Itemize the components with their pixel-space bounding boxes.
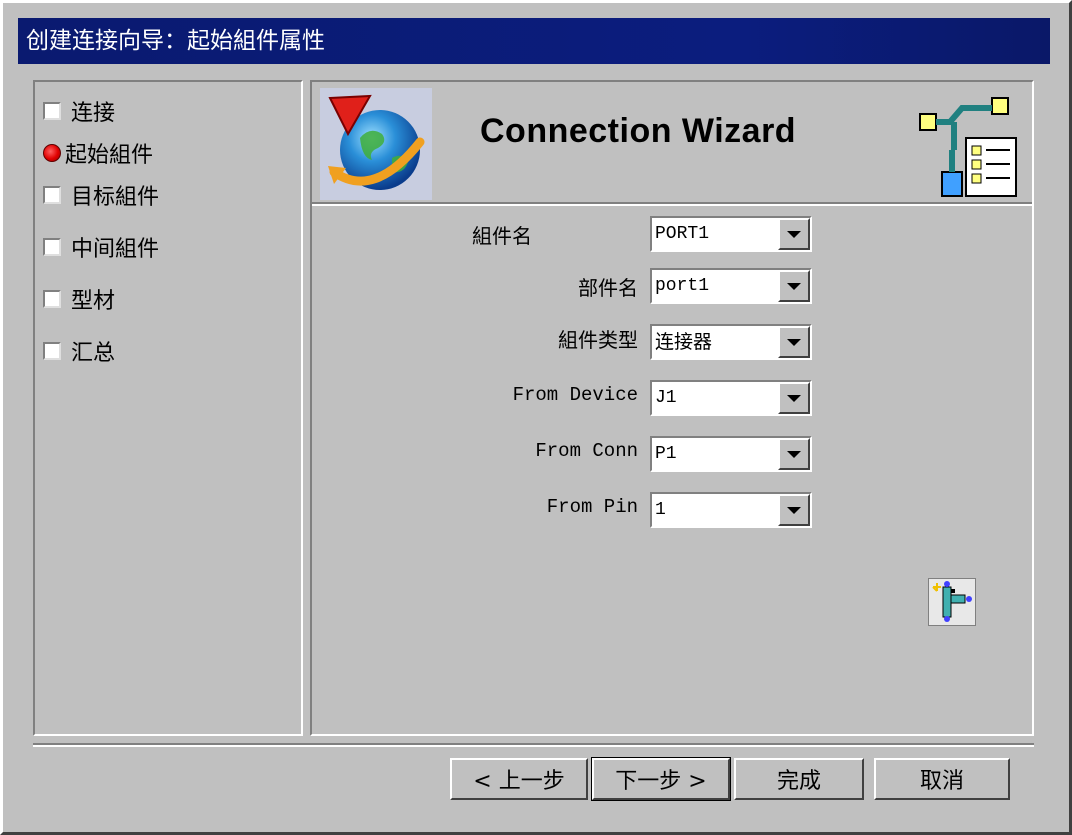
part-name-value: port1: [655, 276, 710, 296]
step-checkbox[interactable]: [43, 342, 61, 360]
chevron-down-icon: [787, 230, 801, 238]
part-name-select[interactable]: port1: [650, 268, 812, 304]
cancel-button[interactable]: 取消: [874, 758, 1010, 800]
dropdown-button[interactable]: [778, 270, 810, 302]
dropdown-button[interactable]: [778, 494, 810, 526]
from-pin-value: 1: [655, 500, 666, 520]
from-device-value: J1: [655, 388, 677, 408]
step-item-connection[interactable]: 连接: [43, 94, 115, 128]
step-checkbox[interactable]: [43, 238, 61, 256]
component-type-select[interactable]: 连接器: [650, 324, 812, 360]
from-device-select[interactable]: J1: [650, 380, 812, 416]
step-item-profile[interactable]: 型材: [43, 282, 115, 316]
step-item-middle-component[interactable]: 中间組件: [43, 230, 159, 264]
dropdown-button[interactable]: [778, 438, 810, 470]
step-label: 中间組件: [71, 237, 160, 262]
component-name-value: PORT1: [655, 224, 710, 244]
from-conn-value: P1: [655, 444, 677, 464]
step-label: 起始組件: [65, 143, 154, 168]
component-name-label: 組件名: [472, 224, 532, 248]
chevron-down-icon: [787, 506, 801, 514]
step-checkbox[interactable]: [43, 102, 61, 120]
component-type-label: 組件类型: [558, 328, 638, 352]
step-item-start-component[interactable]: 起始組件: [43, 136, 153, 170]
dropdown-button[interactable]: [778, 326, 810, 358]
connector-tool-button[interactable]: [928, 578, 976, 626]
from-pin-label: From Pin: [546, 496, 638, 518]
component-type-value: 连接器: [655, 331, 713, 353]
step-label: 连接: [71, 101, 116, 126]
step-item-summary[interactable]: 汇总: [43, 334, 115, 368]
step-checkbox[interactable]: [43, 290, 61, 308]
chevron-down-icon: [787, 338, 801, 346]
dropdown-button[interactable]: [778, 382, 810, 414]
step-label: 目标組件: [71, 185, 160, 210]
from-conn-select[interactable]: P1: [650, 436, 812, 472]
chevron-down-icon: [787, 450, 801, 458]
chevron-down-icon: [787, 282, 801, 290]
header-divider: [312, 202, 1032, 206]
dropdown-button[interactable]: [778, 218, 810, 250]
finish-button[interactable]: 完成: [734, 758, 864, 800]
step-item-target-component[interactable]: 目标組件: [43, 178, 159, 212]
connection-diagram-icon: [914, 92, 1026, 202]
step-label: 型材: [71, 289, 116, 314]
from-conn-label: From Conn: [535, 440, 638, 462]
steps-panel: 连接 起始組件 目标組件 中间組件 型材 汇总: [33, 80, 303, 736]
step-label: 汇总: [71, 341, 116, 366]
part-name-label: 部件名: [578, 276, 638, 300]
window-title: 创建连接向导：起始組件属性: [18, 18, 1050, 64]
globe-arrow-icon: [320, 88, 432, 200]
from-pin-select[interactable]: 1: [650, 492, 812, 528]
from-device-label: From Device: [512, 384, 638, 406]
step-checkbox[interactable]: [43, 186, 61, 204]
footer-divider: [33, 743, 1034, 747]
back-button[interactable]: < 上一步: [450, 758, 588, 800]
current-step-indicator-icon: [43, 144, 61, 162]
connector-tool-icon: [932, 581, 972, 622]
component-name-select[interactable]: PORT1: [650, 216, 812, 252]
wizard-heading: Connection Wizard: [480, 112, 797, 150]
content-panel: Connection Wizard 組件名 PORT1 部件名 port1 組件…: [310, 80, 1034, 736]
chevron-down-icon: [787, 394, 801, 402]
next-button[interactable]: 下一步 >: [591, 757, 731, 801]
